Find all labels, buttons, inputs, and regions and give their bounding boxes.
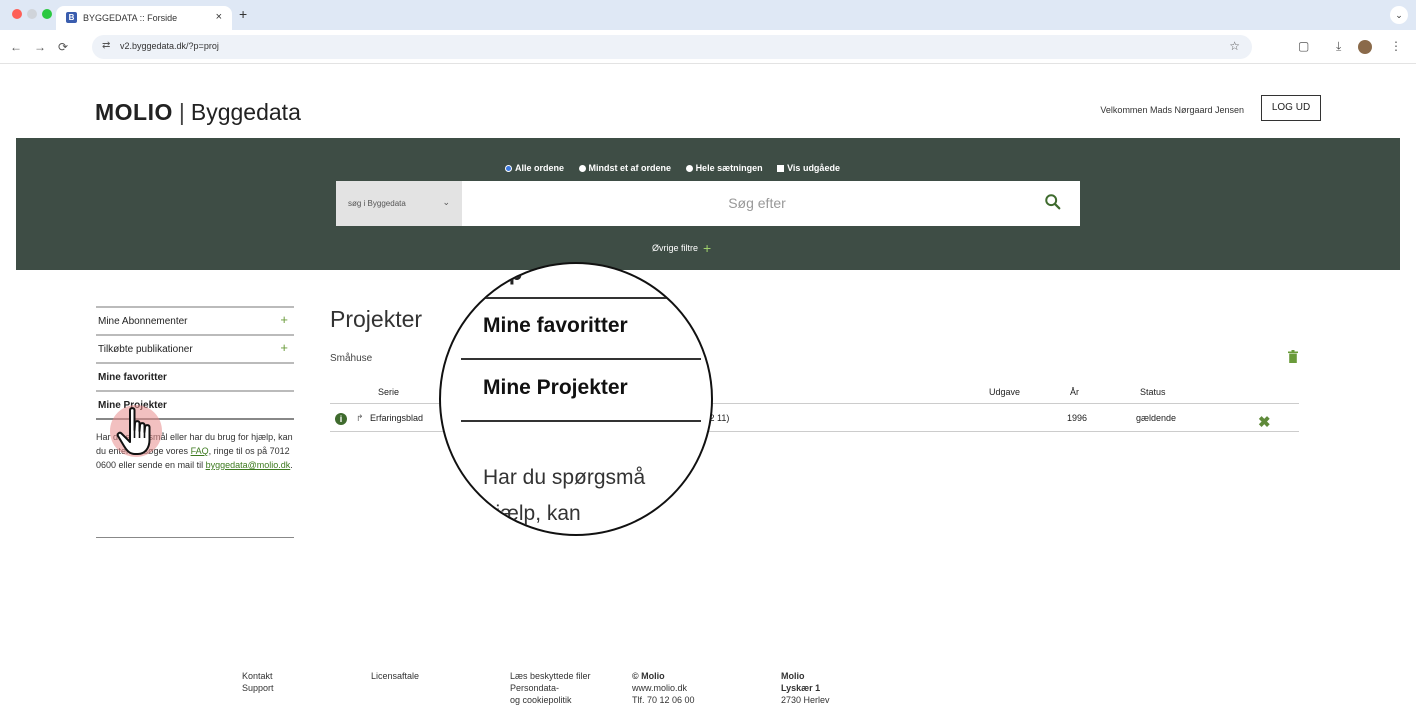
radio-all-words[interactable]: Alle ordene — [505, 163, 564, 173]
magnified-divider — [461, 358, 701, 360]
magnified-help-line: r hjælp, kan — [471, 502, 581, 525]
sidebar-item-label: Mine favoritter — [98, 372, 167, 383]
page-title: Projekter — [330, 306, 423, 332]
checkbox-show-expired[interactable]: Vis udgåede — [777, 163, 840, 173]
logo-product: Byggedata — [190, 99, 301, 125]
row-status: gældende — [1136, 413, 1177, 423]
radio-any-word[interactable]: Mindst et af ordene — [578, 163, 671, 173]
trash-icon[interactable] — [1288, 350, 1298, 363]
footer-company: Molio — [781, 671, 805, 681]
zoom-magnifier: ste p Mine favoritter Mine Projekter Har… — [439, 262, 713, 536]
logout-button[interactable]: LOG UD — [1261, 95, 1321, 121]
footer-col-molio: © Molio www.molio.dk Tlf. 70 12 06 00 — [632, 670, 695, 706]
chevron-down-icon: ⌄ — [442, 197, 450, 207]
welcome-text: Velkommen Mads Nørgaard Jensen — [1100, 105, 1244, 115]
tab-search-button[interactable]: ⌄ — [1390, 6, 1408, 24]
site-favicon-icon: B — [66, 12, 77, 23]
footer-street: Lyskær 1 — [781, 683, 821, 693]
profile-avatar[interactable] — [1358, 40, 1372, 54]
row-aar: 1996 — [1067, 413, 1088, 423]
info-icon[interactable]: i — [335, 413, 347, 425]
magnified-divider — [461, 420, 701, 422]
project-name: Småhuse — [330, 353, 373, 364]
remove-icon[interactable]: ✖ — [1258, 413, 1271, 431]
logo-separator: | — [178, 99, 185, 125]
column-header-udgave: Udgave — [989, 387, 1021, 397]
browser-tab-active[interactable]: B BYGGEDATA :: Forside × — [56, 6, 232, 30]
magnified-projects: Mine Projekter — [483, 376, 628, 399]
column-header-aar: År — [1070, 387, 1079, 397]
footer-link-support[interactable]: Support — [242, 682, 274, 694]
support-email-link[interactable]: byggedata@molio.dk — [206, 460, 291, 470]
back-arrow-icon[interactable]: ← — [10, 40, 22, 54]
plus-icon: + — [703, 240, 712, 256]
sidebar-item-label: Mine Abonnementer — [98, 316, 188, 327]
url-text[interactable]: v2.byggedata.dk/?p=proj — [120, 41, 219, 51]
maximize-window-button[interactable] — [42, 9, 52, 19]
footer-col-address: Molio Lyskær 1 2730 Herlev — [781, 670, 830, 706]
sidebar-item-favorites[interactable]: Mine favoritter — [96, 362, 294, 390]
magnified-favorites: Mine favoritter — [483, 314, 628, 337]
reload-icon[interactable]: ⟳ — [58, 40, 68, 54]
bookmark-star-icon[interactable]: ☆ — [1229, 39, 1240, 53]
column-header-status: Status — [1140, 387, 1166, 397]
radio-selected-icon — [505, 165, 512, 173]
close-window-button[interactable] — [12, 9, 22, 19]
footer-link-contact[interactable]: Kontakt — [242, 670, 274, 682]
browser-tab-bar: B BYGGEDATA :: Forside × + ⌄ — [0, 0, 1416, 30]
row-serie[interactable]: Erfaringsblad — [370, 413, 423, 423]
sidebar-item-purchased[interactable]: Tilkøbte publikationer + — [96, 334, 294, 362]
forward-arrow-icon[interactable]: → — [34, 40, 46, 54]
more-filters-label: Øvrige filtre — [652, 243, 699, 253]
search-icon[interactable] — [1044, 193, 1062, 211]
footer-link-website[interactable]: www.molio.dk — [632, 682, 695, 694]
footer-col-contact: Kontakt Support — [242, 670, 274, 694]
footer-copyright: © Molio — [632, 671, 665, 681]
footer-col-license: Licensaftale — [371, 670, 419, 682]
molio-logo[interactable]: MOLIO | Byggedata — [95, 99, 301, 126]
more-filters-toggle[interactable]: Øvrige filtre + — [652, 240, 711, 256]
faq-link[interactable]: FAQ — [191, 446, 209, 456]
sidebar-item-label: Tilkøbte publikationer — [98, 344, 193, 355]
footer-link-cookie[interactable]: og cookiepolitik — [510, 694, 591, 706]
footer-link-privacy[interactable]: Persondata- — [510, 682, 591, 694]
radio-icon — [685, 165, 693, 173]
logo-brand: MOLIO — [95, 99, 173, 125]
footer-phone: Tlf. 70 12 06 00 — [632, 695, 695, 705]
address-bar[interactable]: ⇄ v2.byggedata.dk/?p=proj ☆ — [92, 35, 1252, 59]
search-placeholder: Søg efter — [728, 195, 786, 211]
site-info-icon[interactable]: ⇄ — [102, 40, 110, 51]
magnified-divider — [461, 297, 701, 299]
tab-close-icon[interactable]: × — [216, 11, 222, 23]
column-header-serie: Serie — [378, 387, 400, 397]
footer-link-protected-files[interactable]: Læs beskyttede filer — [510, 670, 591, 682]
download-icon[interactable]: ⤓ — [1336, 39, 1341, 54]
magnified-fragment: ste p — [471, 262, 523, 285]
search-mode-options: Alle ordene Mindst et af ordene Hele sæt… — [505, 163, 852, 173]
extensions-icon[interactable]: ▢ — [1298, 39, 1309, 53]
plus-icon[interactable]: + — [280, 340, 288, 355]
footer-col-policies: Læs beskyttede filer Persondata- og cook… — [510, 670, 591, 706]
browser-address-row: ← → ⟳ ⇄ v2.byggedata.dk/?p=proj ☆ ▢ ⤓ ⋮ — [0, 30, 1416, 64]
plus-icon[interactable]: + — [280, 312, 288, 327]
search-input[interactable]: Søg efter — [462, 181, 1080, 226]
new-tab-button[interactable]: + — [239, 6, 247, 22]
hand-cursor-icon — [116, 407, 151, 455]
footer-city: 2730 Herlev — [781, 695, 830, 705]
sidebar-item-subscriptions[interactable]: Mine Abonnementer + — [96, 306, 294, 334]
footer-link-license[interactable]: Licensaftale — [371, 670, 419, 682]
checkbox-icon — [777, 165, 785, 173]
radio-whole-sentence[interactable]: Hele sætningen — [685, 163, 763, 173]
search-scope-value: søg i Byggedata — [348, 199, 406, 208]
search-scope-select[interactable]: søg i Byggedata ⌄ — [336, 181, 462, 226]
tab-title: BYGGEDATA :: Forside — [83, 13, 178, 23]
browser-menu-icon[interactable]: ⋮ — [1390, 39, 1402, 53]
radio-icon — [578, 165, 586, 173]
minimize-window-button[interactable] — [27, 9, 37, 19]
magnified-help-line: Har du spørgsmå — [483, 466, 646, 489]
external-link-icon[interactable]: ↱ — [356, 413, 364, 424]
